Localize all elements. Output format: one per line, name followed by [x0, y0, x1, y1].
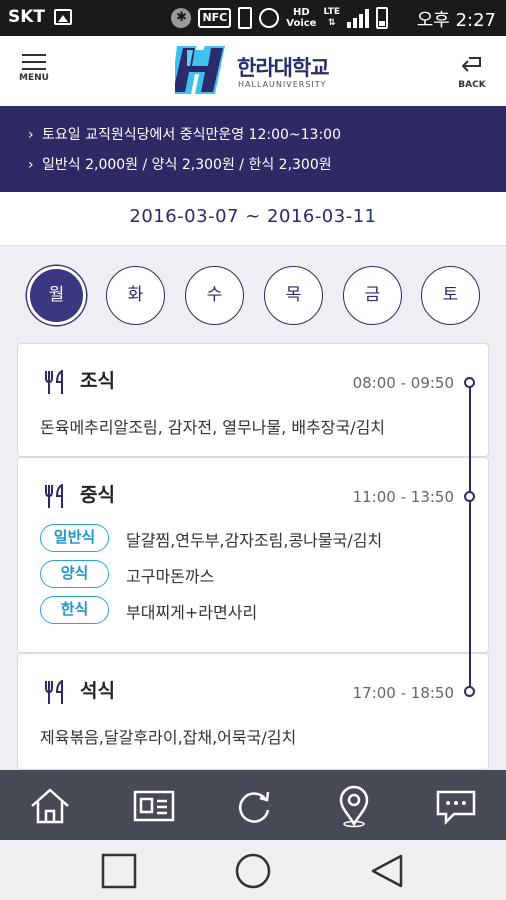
- tab-tuesday[interactable]: 화: [106, 266, 165, 325]
- image-notification-icon: [54, 9, 72, 25]
- home-icon[interactable]: [28, 784, 72, 828]
- logo-h-icon: [175, 46, 225, 94]
- hamburger-icon: [22, 54, 46, 70]
- meal-time: 17:00 - 18:50: [352, 684, 454, 702]
- chat-icon[interactable]: [434, 784, 478, 828]
- utensils-icon: [45, 369, 63, 394]
- utensils-icon: [45, 483, 63, 508]
- location-icon[interactable]: [332, 784, 376, 828]
- meal-card-lunch: 중식 11:00 - 13:50 일반식 달걀찜,연두부,감자조림,콩나물국/김…: [17, 457, 489, 653]
- meal-type-badge: 양식: [40, 560, 109, 588]
- date-range-bar: 2016-03-07 ~ 2016-03-11: [0, 192, 506, 246]
- meal-type-badge: 일반식: [40, 524, 109, 552]
- logo-korean-text: 한라대학교: [237, 56, 330, 80]
- meal-card-dinner: 석식 17:00 - 18:50 제육볶음,달갈후라이,잡채,어묵국/김치: [17, 653, 489, 770]
- status-bar: SKT ✱ NFC HD Voice LTE ⇅ 오후 2:27: [0, 0, 506, 36]
- timeline-line: [469, 382, 471, 692]
- notice-text: 일반식 2,000원 / 양식 2,300원 / 한식 2,300원: [42, 157, 332, 173]
- menu-button[interactable]: MENU: [14, 54, 54, 94]
- news-icon[interactable]: [132, 784, 176, 828]
- refresh-icon[interactable]: [232, 784, 276, 828]
- hd-label: HD: [293, 7, 310, 18]
- bluetooth-icon: ✱: [171, 8, 192, 28]
- voice-label: Voice: [286, 18, 317, 29]
- date-range-text: 2016-03-07 ~ 2016-03-11: [129, 206, 377, 227]
- battery-icon: [376, 7, 388, 29]
- back-label: BACK: [458, 80, 486, 90]
- bottom-app-bar: [0, 770, 506, 840]
- lte-label: LTE: [323, 7, 340, 17]
- meal-list: 조식 08:00 - 09:50 돈육메추리알조림, 감자전, 열무나물, 배추…: [17, 343, 489, 770]
- meal-title: 조식: [44, 366, 115, 394]
- tab-friday[interactable]: 금: [343, 266, 402, 325]
- clock: 오후 2:27: [416, 10, 496, 31]
- tab-monday[interactable]: 월: [27, 266, 86, 325]
- tab-saturday[interactable]: 토: [421, 266, 480, 325]
- meal-option-menu: 부대찌게+라면사리: [126, 603, 258, 622]
- back-button[interactable]: BACK: [452, 54, 492, 94]
- back-arrow-icon: [461, 57, 481, 72]
- meal-menu: 제육볶음,달갈후라이,잡채,어묵국/김치: [40, 728, 297, 747]
- timeline-dot: [464, 491, 475, 502]
- meal-title-text: 중식: [80, 484, 115, 506]
- notice-banner: 토요일 교직원식당에서 중식만운영 12:00~13:00 일반식 2,000원…: [0, 106, 506, 192]
- meal-card-breakfast: 조식 08:00 - 09:50 돈육메추리알조림, 감자전, 열무나물, 배추…: [17, 343, 489, 457]
- tab-thursday[interactable]: 목: [264, 266, 323, 325]
- lte-icon: LTE ⇅: [323, 7, 340, 28]
- meal-menu: 돈육메추리알조림, 감자전, 열무나물, 배추장국/김치: [40, 418, 386, 437]
- meal-time: 08:00 - 09:50: [352, 374, 454, 392]
- alarm-icon: [259, 8, 280, 28]
- timeline-dot: [464, 377, 475, 388]
- system-nav-bar: [0, 840, 506, 900]
- meal-title: 중식: [44, 480, 115, 508]
- hd-voice-icon: HD Voice: [286, 7, 316, 29]
- meal-type-badge: 한식: [40, 596, 109, 624]
- university-logo: 한라대학교 HALLAUNIVERSITY: [175, 44, 335, 96]
- recent-apps-icon[interactable]: [101, 853, 137, 889]
- back-triangle-icon[interactable]: [369, 853, 405, 889]
- utensils-icon: [45, 679, 63, 704]
- signal-icon: [347, 8, 369, 28]
- meal-title: 석식: [44, 676, 115, 704]
- carrier-label: SKT: [8, 7, 46, 27]
- notice-text: 토요일 교직원식당에서 중식만운영 12:00~13:00: [42, 127, 341, 143]
- vibrate-icon: [238, 7, 253, 29]
- tab-wednesday[interactable]: 수: [185, 266, 244, 325]
- notice-line: 일반식 2,000원 / 양식 2,300원 / 한식 2,300원: [28, 150, 506, 180]
- meal-time: 11:00 - 13:50: [352, 488, 454, 506]
- app-header: MENU 한라대학교 HALLAUNIVERSITY BACK: [0, 36, 506, 106]
- nfc-icon: NFC: [198, 8, 232, 28]
- logo-english-text: HALLAUNIVERSITY: [238, 80, 327, 89]
- timeline-dot: [464, 686, 475, 697]
- meal-title-text: 석식: [80, 680, 115, 702]
- day-tabs: 월 화 수 목 금 토: [27, 266, 482, 326]
- meal-option-menu: 달걀찜,연두부,감자조림,콩나물국/김치: [126, 531, 383, 550]
- home-circle-icon[interactable]: [235, 853, 271, 889]
- meal-option-menu: 고구마돈까스: [126, 567, 215, 586]
- menu-label: MENU: [19, 73, 49, 83]
- notice-line: 토요일 교직원식당에서 중식만운영 12:00~13:00: [28, 120, 506, 150]
- meal-title-text: 조식: [80, 370, 115, 392]
